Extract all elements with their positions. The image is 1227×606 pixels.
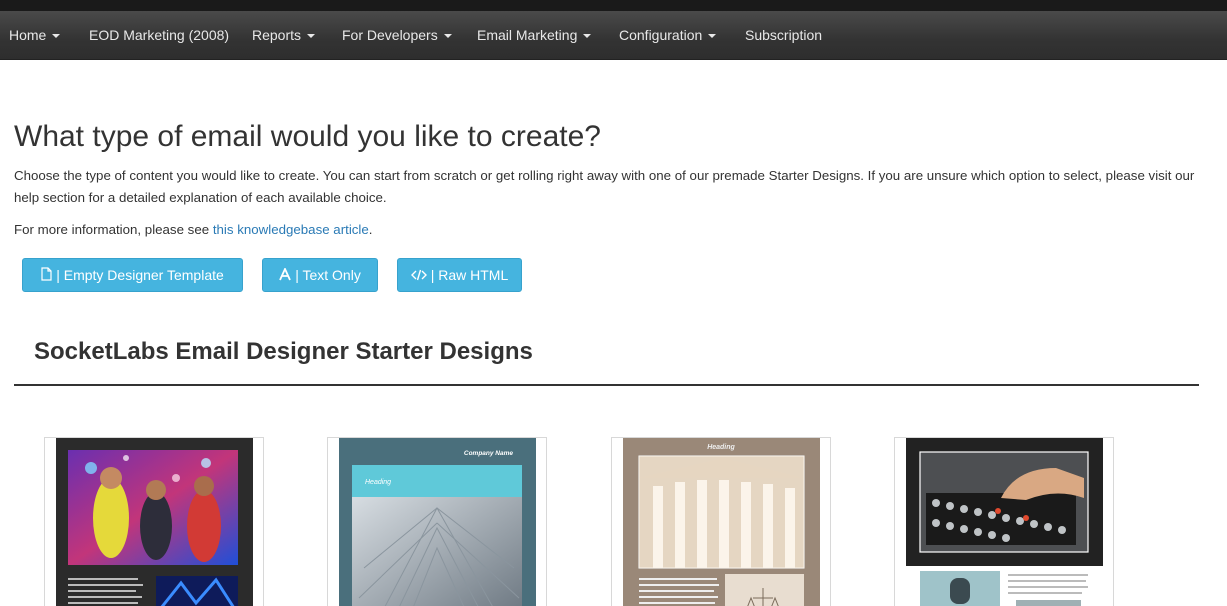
nav-configuration[interactable]: Configuration [619,11,717,59]
template-thumbnail-party [56,438,253,606]
starter-design-card-audio[interactable] [894,437,1114,606]
nav-eod-marketing-label: EOD Marketing (2008) [89,27,230,43]
code-icon [410,260,427,292]
text-only-label: | Text Only [295,267,361,283]
caret-down-icon [443,34,452,39]
nav-configuration-label: Configuration [619,27,703,43]
raw-html-label: | Raw HTML [430,267,509,283]
more-info-prefix: For more information, please see [14,222,213,237]
card-heading: Heading [707,444,735,451]
main-navbar: Home EOD Marketing (2008) Reports For De… [0,11,1227,60]
more-info: For more information, please see this kn… [14,219,372,241]
nav-reports[interactable]: Reports [252,11,316,59]
nav-reports-label: Reports [252,27,302,43]
document-icon [41,260,52,292]
starter-design-card-corporate[interactable]: Company Name Heading [327,437,547,606]
text-only-button[interactable]: | Text Only [262,258,378,292]
top-strip [0,0,1227,11]
raw-html-button[interactable]: | Raw HTML [397,258,522,292]
template-thumbnail-classic: Heading [623,438,820,606]
card-company-name: Company Name [464,450,514,457]
nav-home-label: Home [9,27,47,43]
template-thumbnail-corporate: Company Name Heading [339,438,536,606]
knowledgebase-link[interactable]: this knowledgebase article [213,222,369,237]
page-title: What type of email would you like to cre… [14,120,601,153]
caret-down-icon [708,34,717,39]
nav-email-marketing-label: Email Marketing [477,27,578,43]
section-divider [14,384,1199,386]
nav-home[interactable]: Home [9,11,61,59]
nav-eod-marketing[interactable]: EOD Marketing (2008) [89,11,229,59]
starter-design-card-classic[interactable]: Heading [611,437,831,606]
caret-down-icon [583,34,592,39]
nav-subscription[interactable]: Subscription [745,11,822,59]
nav-for-developers[interactable]: For Developers [342,11,452,59]
starter-designs-title: SocketLabs Email Designer Starter Design… [34,338,533,365]
page-description: Choose the type of content you would lik… [14,168,1195,205]
empty-designer-template-button[interactable]: | Empty Designer Template [22,258,243,292]
template-thumbnail-audio [906,438,1103,606]
caret-down-icon [52,34,61,39]
empty-designer-template-label: | Empty Designer Template [56,267,224,283]
starter-design-card-party[interactable] [44,437,264,606]
more-info-suffix: . [368,222,373,237]
nav-email-marketing[interactable]: Email Marketing [477,11,592,59]
card-heading: Heading [365,479,391,486]
nav-subscription-label: Subscription [745,27,823,43]
font-icon [279,260,292,292]
caret-down-icon [307,34,316,39]
nav-for-developers-label: For Developers [342,27,438,43]
